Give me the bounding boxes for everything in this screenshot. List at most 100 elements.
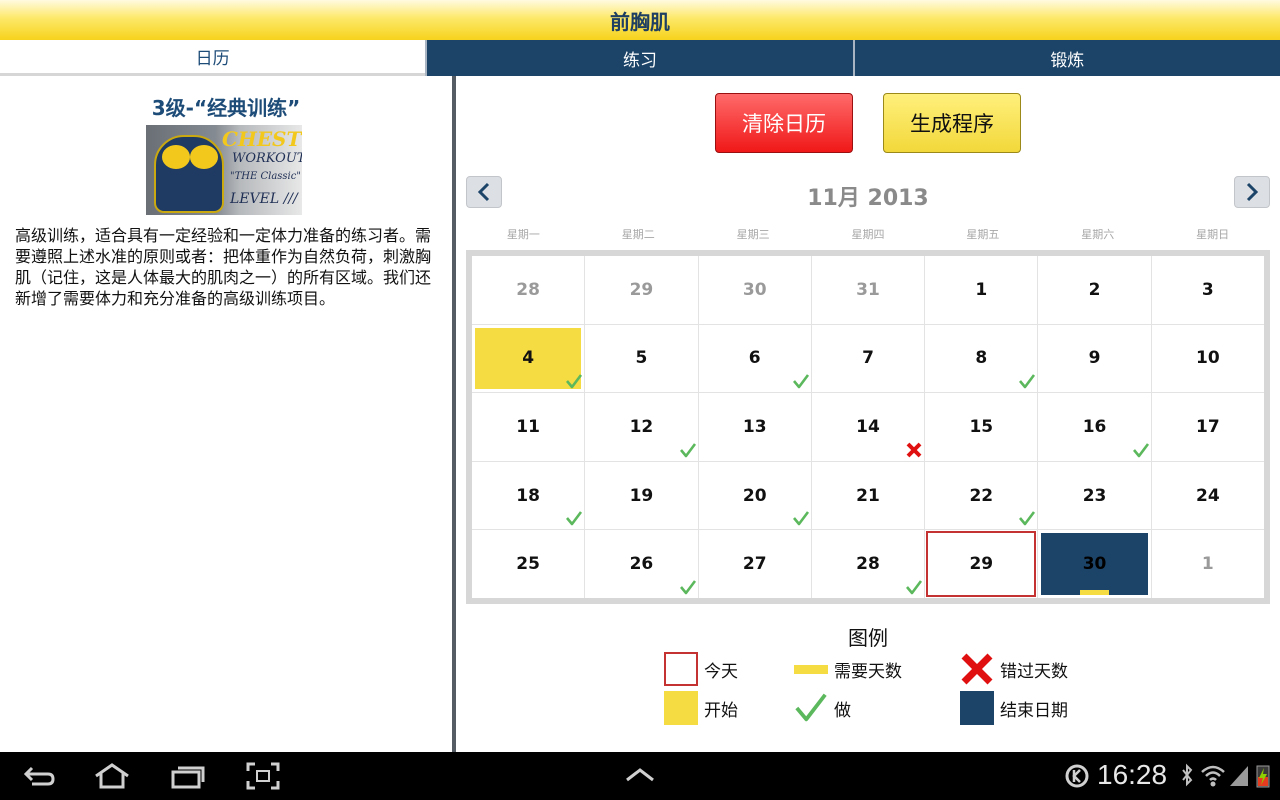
calendar-day-number: 13 xyxy=(742,416,767,437)
legend-missed-label: 错过天数 xyxy=(1000,661,1068,682)
legend-today-label: 今天 xyxy=(704,661,738,682)
calendar-day-cell[interactable]: 11 xyxy=(472,393,585,461)
calendar-day-cell[interactable]: 27 xyxy=(698,530,811,598)
status-clock: 16:28 xyxy=(1097,759,1168,790)
calendar-day-cell[interactable]: 6 xyxy=(698,324,811,393)
checkmark-icon xyxy=(795,693,827,722)
legend-end-swatch xyxy=(960,691,994,725)
calendar-day-cell[interactable]: 8 xyxy=(925,324,1038,393)
generate-program-button[interactable]: 生成程序 xyxy=(883,93,1021,153)
prev-month-button[interactable] xyxy=(466,176,502,208)
calendar-day-number: 11 xyxy=(516,416,540,437)
calendar-day-number: 24 xyxy=(1196,485,1220,506)
calendar-day-cell[interactable]: 29 xyxy=(585,256,698,324)
weekday-fri: 星期五 xyxy=(966,228,1000,241)
required-days-bar xyxy=(1080,589,1110,595)
tab-workout[interactable]: 锻炼 xyxy=(852,40,1280,76)
checkmark-icon xyxy=(792,511,809,526)
weekday-tue: 星期二 xyxy=(621,228,655,241)
calendar-day-cell[interactable]: 30 xyxy=(1038,530,1151,598)
tab-exercises[interactable]: 练习 xyxy=(425,40,853,76)
weekday-sat: 星期六 xyxy=(1081,228,1115,241)
calendar-day-number: 1 xyxy=(975,279,988,300)
clear-calendar-button[interactable]: 清除日历 xyxy=(715,93,853,153)
calendar-day-cell[interactable]: 12 xyxy=(585,393,698,461)
calendar-day-cell[interactable]: 26 xyxy=(585,530,698,598)
calendar-day-cell[interactable]: 14 xyxy=(811,393,925,461)
calendar-day-cell[interactable]: 31 xyxy=(811,256,925,324)
legend-done-label: 做 xyxy=(834,700,851,721)
calendar-day-cell[interactable]: 19 xyxy=(585,461,698,530)
checkmark-icon xyxy=(679,443,696,458)
checkmark-icon xyxy=(792,374,809,389)
calendar-day-cell[interactable]: 16 xyxy=(1038,393,1151,461)
program-thumbnail: CHEST WORKOUT "THE Classic" LEVEL /// xyxy=(146,125,302,215)
tab-calendar[interactable]: 日历 xyxy=(0,40,426,76)
thumbnail-text-3: "THE Classic" xyxy=(230,171,301,182)
calendar-day-cell[interactable]: 29 xyxy=(925,530,1038,598)
calendar-day-number: 27 xyxy=(742,554,767,575)
calendar-day-cell[interactable]: 28 xyxy=(472,256,585,324)
legend-need: 需要天数 xyxy=(794,652,902,686)
calendar-day-cell[interactable]: 3 xyxy=(1151,256,1264,324)
cross-icon xyxy=(961,653,993,685)
calendar-day-number: 3 xyxy=(1201,279,1214,300)
calendar-day-cell[interactable]: 30 xyxy=(698,256,811,324)
calendar-day-number: 14 xyxy=(856,416,880,437)
checkmark-icon xyxy=(1019,374,1036,389)
calendar-day-cell[interactable]: 13 xyxy=(698,393,811,461)
home-icon[interactable] xyxy=(92,762,132,790)
calendar-day-number: 9 xyxy=(1088,348,1101,369)
weekday-thu: 星期四 xyxy=(851,228,885,241)
program-title: 3级-“经典训练” xyxy=(151,96,301,120)
checkmark-icon xyxy=(906,580,923,595)
chevron-up-icon[interactable] xyxy=(624,762,656,790)
calendar-day-cell[interactable]: 18 xyxy=(472,461,585,530)
legend-today-swatch xyxy=(664,652,698,686)
calendar-day-cell[interactable]: 2 xyxy=(1038,256,1151,324)
calendar-day-cell[interactable]: 24 xyxy=(1151,461,1264,530)
program-panel: 3级-“经典训练” CHEST WORKOUT "THE Classic" LE… xyxy=(0,76,452,752)
calendar-day-cell[interactable]: 1 xyxy=(1151,530,1264,598)
recent-apps-icon[interactable] xyxy=(170,762,206,790)
calendar-day-cell[interactable]: 4 xyxy=(472,324,585,393)
calendar-day-number: 17 xyxy=(1196,416,1220,437)
calendar-day-number: 28 xyxy=(516,279,540,300)
weekday-wed: 星期三 xyxy=(736,228,770,241)
calendar-day-number: 18 xyxy=(516,485,540,506)
calendar-day-cell[interactable]: 5 xyxy=(585,324,698,393)
calendar-day-cell[interactable]: 9 xyxy=(1038,324,1151,393)
checkmark-icon xyxy=(1019,511,1036,526)
calendar-day-cell[interactable]: 21 xyxy=(811,461,925,530)
legend-today: 今天 xyxy=(664,652,738,686)
back-icon[interactable] xyxy=(22,762,56,790)
month-label: 11月 2013 xyxy=(807,186,929,211)
checkmark-icon xyxy=(566,374,583,389)
checkmark-icon xyxy=(1132,443,1149,458)
app-window: 前胸肌 日历 练习 锻炼 3级-“经典训练” CHEST WORKOUT "TH… xyxy=(0,0,1280,800)
calendar-day-number: 5 xyxy=(635,348,648,369)
calendar-day-cell[interactable]: 22 xyxy=(925,461,1038,530)
calendar-day-cell[interactable]: 10 xyxy=(1151,324,1264,393)
calendar-day-cell[interactable]: 7 xyxy=(811,324,925,393)
calendar-day-number: 16 xyxy=(1082,416,1107,437)
checkmark-icon xyxy=(566,511,583,526)
calendar-day-number: 4 xyxy=(522,348,535,369)
battery-charging-icon xyxy=(1256,765,1270,788)
wifi-icon xyxy=(1201,765,1225,787)
next-month-button[interactable] xyxy=(1234,176,1270,208)
calendar-day-cell[interactable]: 25 xyxy=(472,530,585,598)
thumbnail-text-1: CHEST xyxy=(222,127,302,151)
calendar-day-cell[interactable]: 28 xyxy=(811,530,925,598)
legend-end: 结束日期 xyxy=(960,691,1068,725)
calendar-day-cell[interactable]: 20 xyxy=(698,461,811,530)
calendar-day-cell[interactable]: 23 xyxy=(1038,461,1151,530)
calendar-day-number: 20 xyxy=(742,485,767,506)
calendar-day-cell[interactable]: 15 xyxy=(925,393,1038,461)
weekday-mon: 星期一 xyxy=(506,228,540,241)
calendar-day-cell[interactable]: 17 xyxy=(1151,393,1264,461)
calendar-day-number: 2 xyxy=(1088,279,1101,300)
screenshot-icon[interactable] xyxy=(246,762,280,790)
legend-need-label: 需要天数 xyxy=(834,661,902,682)
calendar-day-cell[interactable]: 1 xyxy=(925,256,1038,324)
